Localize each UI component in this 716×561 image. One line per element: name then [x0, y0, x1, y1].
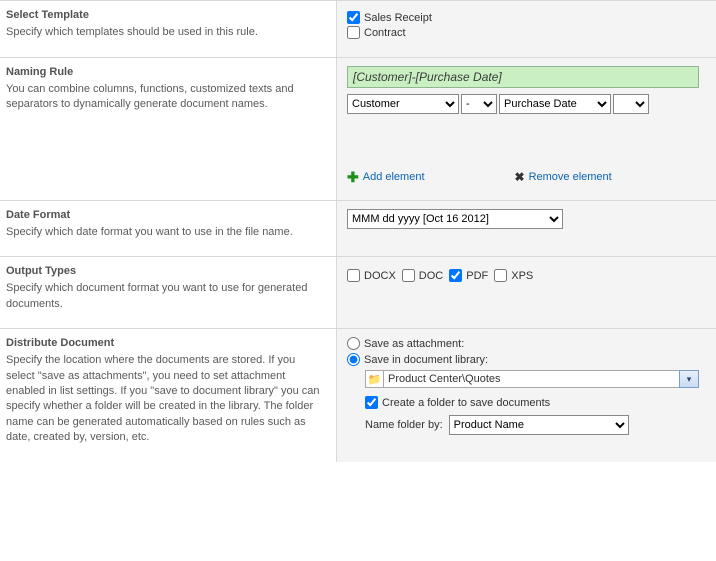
x-icon: ✖	[515, 170, 525, 184]
distribute-title: Distribute Document	[6, 337, 326, 349]
folder-icon: 📁	[365, 370, 383, 388]
date-format-select[interactable]: MMM dd yyyy [Oct 16 2012]	[347, 209, 563, 229]
output-doc[interactable]: DOC	[402, 269, 443, 282]
template-contract-label: Contract	[364, 27, 406, 39]
date-format-left: Date Format Specify which date format yo…	[0, 201, 336, 256]
create-folder-option[interactable]: Create a folder to save documents	[365, 396, 706, 409]
output-doc-label: DOC	[419, 270, 443, 282]
save-attachment-radio[interactable]	[347, 337, 360, 350]
name-folder-label: Name folder by:	[365, 419, 443, 431]
select-template-right: Sales Receipt Contract	[336, 1, 716, 57]
name-folder-select[interactable]: Product Name	[449, 415, 629, 435]
date-format-title: Date Format	[6, 209, 326, 221]
output-pdf-checkbox[interactable]	[449, 269, 462, 282]
output-types-left: Output Types Specify which document form…	[0, 257, 336, 328]
output-types-group: DOCX DOC PDF XPS	[347, 269, 706, 282]
remove-element-label: Remove element	[529, 171, 612, 183]
naming-selects: Customer - Purchase Date	[347, 94, 706, 114]
date-format-right: MMM dd yyyy [Oct 16 2012]	[336, 201, 716, 256]
naming-rule-desc: You can combine columns, functions, cust…	[6, 82, 326, 113]
save-library-label: Save in document library:	[364, 354, 488, 366]
output-docx[interactable]: DOCX	[347, 269, 396, 282]
document-library-picker[interactable]: 📁 Product Center\Quotes ▾	[365, 370, 699, 388]
naming-column2-select[interactable]: Purchase Date	[499, 94, 611, 114]
output-types-title: Output Types	[6, 265, 326, 277]
document-library-path: Product Center\Quotes	[383, 370, 679, 388]
save-library-option[interactable]: Save in document library:	[347, 353, 706, 366]
distribute-right: Save as attachment: Save in document lib…	[336, 329, 716, 461]
name-folder-row: Name folder by: Product Name	[365, 415, 706, 435]
chevron-down-icon: ▾	[687, 374, 692, 385]
naming-extra-select[interactable]	[613, 94, 649, 114]
plus-icon: ✚	[347, 170, 359, 184]
section-date-format: Date Format Specify which date format yo…	[0, 200, 716, 256]
document-library-dropdown[interactable]: ▾	[679, 370, 699, 388]
naming-rule-title: Naming Rule	[6, 66, 326, 78]
distribute-left: Distribute Document Specify the location…	[0, 329, 336, 461]
output-xps-checkbox[interactable]	[494, 269, 507, 282]
template-sales-receipt[interactable]: Sales Receipt	[347, 11, 706, 24]
add-element-label: Add element	[363, 171, 425, 183]
save-library-radio[interactable]	[347, 353, 360, 366]
section-output-types: Output Types Specify which document form…	[0, 256, 716, 328]
naming-rule-left: Naming Rule You can combine columns, fun…	[0, 58, 336, 200]
naming-rule-right: [Customer]-[Purchase Date] Customer - Pu…	[336, 58, 716, 200]
output-types-right: DOCX DOC PDF XPS	[336, 257, 716, 328]
naming-column1-select[interactable]: Customer	[347, 94, 459, 114]
create-folder-label: Create a folder to save documents	[382, 397, 550, 409]
output-xps-label: XPS	[511, 270, 533, 282]
select-template-desc: Specify which templates should be used i…	[6, 25, 326, 40]
template-contract[interactable]: Contract	[347, 26, 706, 39]
remove-element-button[interactable]: ✖ Remove element	[515, 170, 612, 184]
output-pdf-label: PDF	[466, 270, 488, 282]
save-attachment-label: Save as attachment:	[364, 338, 464, 350]
naming-separator-select[interactable]: -	[461, 94, 497, 114]
add-element-button[interactable]: ✚ Add element	[347, 170, 425, 184]
section-select-template: Select Template Specify which templates …	[0, 0, 716, 57]
output-doc-checkbox[interactable]	[402, 269, 415, 282]
naming-preview: [Customer]-[Purchase Date]	[347, 66, 699, 88]
template-sales-receipt-checkbox[interactable]	[347, 11, 360, 24]
create-folder-checkbox[interactable]	[365, 396, 378, 409]
section-distribute: Distribute Document Specify the location…	[0, 328, 716, 461]
naming-actions: ✚ Add element ✖ Remove element	[347, 170, 706, 184]
output-types-desc: Specify which document format you want t…	[6, 281, 326, 312]
output-xps[interactable]: XPS	[494, 269, 533, 282]
template-contract-checkbox[interactable]	[347, 26, 360, 39]
select-template-title: Select Template	[6, 9, 326, 21]
output-docx-label: DOCX	[364, 270, 396, 282]
output-pdf[interactable]: PDF	[449, 269, 488, 282]
output-docx-checkbox[interactable]	[347, 269, 360, 282]
distribute-desc: Specify the location where the documents…	[6, 353, 326, 445]
save-attachment-option[interactable]: Save as attachment:	[347, 337, 706, 350]
section-naming-rule: Naming Rule You can combine columns, fun…	[0, 57, 716, 200]
select-template-left: Select Template Specify which templates …	[0, 1, 336, 57]
date-format-desc: Specify which date format you want to us…	[6, 225, 326, 240]
template-sales-receipt-label: Sales Receipt	[364, 12, 432, 24]
